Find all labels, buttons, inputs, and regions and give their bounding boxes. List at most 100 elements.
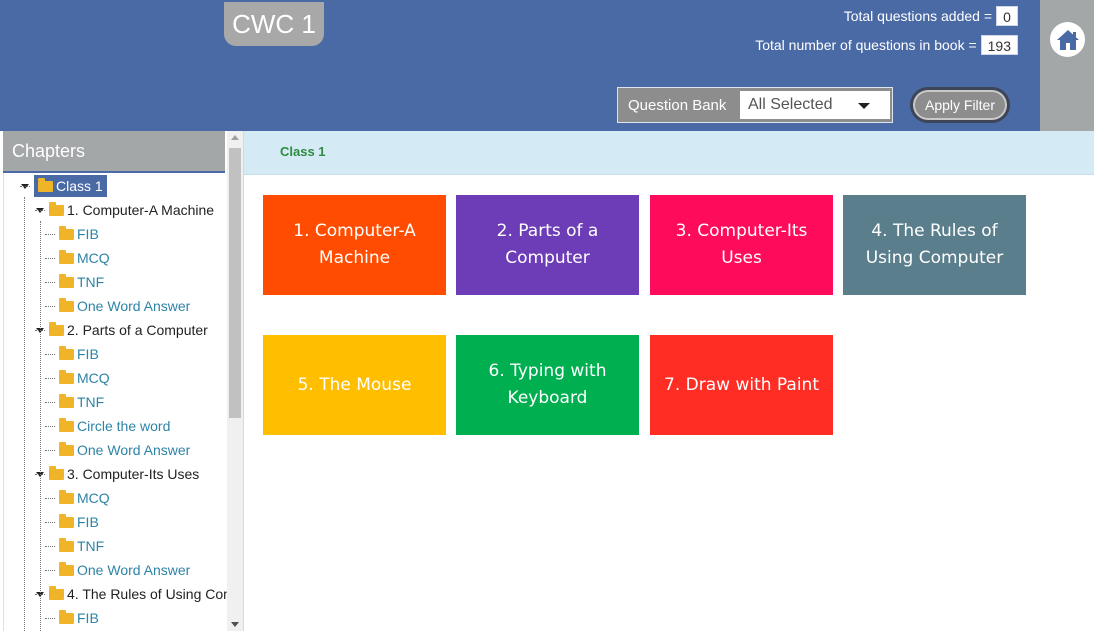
folder-icon [59,561,74,576]
folder-icon [59,393,74,408]
tree-node-label: One Word Answer [77,562,191,578]
tree-node-label: TNF [77,274,105,290]
chapter-tile[interactable]: 1. Computer-A Machine [263,195,446,295]
tree-connector [45,234,55,235]
tree-connector [45,498,55,499]
scroll-down-arrow-icon[interactable] [231,622,239,627]
chapter-tile[interactable]: 6. Typing with Keyboard [456,335,639,435]
total-added-row: Total questions added = 0 [844,6,1018,26]
tree-node-question-type[interactable]: TNF [59,391,104,413]
tree-node-label: TNF [77,394,105,410]
tree-connector [45,402,55,403]
tree-node-question-type[interactable]: TNF [59,271,104,293]
chapter-tile[interactable]: 3. Computer-Its Uses [650,195,833,295]
folder-icon [59,441,74,456]
total-book-label: Total number of questions in book = [755,37,977,53]
tree-node-label: One Word Answer [77,298,191,314]
apply-filter-button[interactable]: Apply Filter [910,87,1010,123]
tree-node-question-type[interactable]: FIB [59,343,99,365]
folder-icon [49,585,64,600]
tree-node-label: 2. Parts of a Computer [67,322,208,338]
chapter-tile[interactable]: 5. The Mouse [263,335,446,435]
tree-node-label: 1. Computer-A Machine [67,202,215,218]
tree-node-question-type[interactable]: One Word Answer [59,439,190,461]
tree-node-label: MCQ [77,250,110,266]
tree-node-label: 3. Computer-Its Uses [67,466,200,482]
tree-node-question-type[interactable]: TNF [59,535,104,557]
tree-node-label: One Word Answer [77,442,191,458]
question-bank-filter: Question Bank All Selected [617,87,893,123]
sidebar-scrollbar[interactable] [227,131,243,631]
folder-icon [49,465,64,480]
total-added-value: 0 [996,6,1018,26]
tree-node-label: FIB [77,610,99,626]
tree-node-question-type[interactable]: FIB [59,607,99,629]
scroll-up-arrow-icon[interactable] [231,135,239,140]
tree-node-chapter[interactable]: 4. The Rules of Using Computer [49,583,227,605]
tree-connector [45,546,55,547]
chevron-down-icon [858,103,870,109]
tree-node-question-type[interactable]: Circle the word [59,415,170,437]
tree-connector [45,282,55,283]
folder-icon [59,609,74,624]
folder-icon [59,225,74,240]
tree-node-label: FIB [77,514,99,530]
total-added-label: Total questions added = [843,8,992,24]
breadcrumb[interactable]: Class 1 [280,144,326,159]
tree-node-question-type[interactable]: MCQ [59,487,110,509]
home-button[interactable] [1050,22,1085,57]
tree-node-label: FIB [77,226,99,242]
chapter-tile[interactable]: 7. Draw with Paint [650,335,833,435]
tree-guide-line [24,197,25,631]
tree-node-chapter[interactable]: 3. Computer-Its Uses [49,463,199,485]
folder-icon [59,537,74,552]
tree-node-question-type[interactable]: MCQ [59,247,110,269]
book-title: CWC 1 [224,2,324,46]
folder-icon [59,417,74,432]
question-bank-selected-value: All Selected [748,96,833,113]
tree-connector [45,258,55,259]
tree-connector [45,378,55,379]
total-book-value: 193 [980,35,1018,55]
tree-connector [45,354,55,355]
tree-node-question-type[interactable]: FIB [59,223,99,245]
folder-icon [49,201,64,216]
question-bank-select[interactable]: All Selected [740,91,890,119]
tree-node-root[interactable]: Class 1 [34,175,107,197]
top-header: CWC 1 Total questions added = 0 Total nu… [0,0,1040,131]
scrollbar-thumb[interactable] [229,148,241,418]
chapters-sidebar: Chapters Class 1 1. Computer-A Machine FIB… [0,131,244,631]
folder-icon [49,321,64,336]
folder-icon [59,345,74,360]
folder-icon [59,249,74,264]
tree-node-label: Class 1 [56,178,103,194]
folder-icon [59,369,74,384]
folder-icon [59,297,74,312]
tree-node-question-type[interactable]: One Word Answer [59,559,190,581]
chapters-title: Chapters [3,131,225,173]
tree-connector [20,186,30,187]
tree-node-chapter[interactable]: 2. Parts of a Computer [49,319,208,341]
folder-icon [59,513,74,528]
home-icon [1056,29,1079,50]
folder-icon [59,273,74,288]
question-bank-label: Question Bank [628,96,727,114]
tree-node-chapter[interactable]: 1. Computer-A Machine [49,199,214,221]
tree-node-label: TNF [77,538,105,554]
tree-connector [35,210,45,211]
chapter-tile[interactable]: 4. The Rules of Using Computer [843,195,1026,295]
tree-node-question-type[interactable]: One Word Answer [59,295,190,317]
tree-node-label: Circle the word [77,418,171,434]
tree-node-question-type[interactable]: FIB [59,511,99,533]
chapter-tile[interactable]: 2. Parts of a Computer [456,195,639,295]
tree-node-label: MCQ [77,370,110,386]
home-panel [1040,0,1094,131]
tree-guide-line [40,221,41,631]
tree-connector [45,426,55,427]
folder-icon [59,489,74,504]
tree-node-question-type[interactable]: MCQ [59,367,110,389]
tree-connector [45,522,55,523]
tree-connector [45,450,55,451]
tree-node-label: FIB [77,346,99,362]
folder-icon [38,177,53,192]
